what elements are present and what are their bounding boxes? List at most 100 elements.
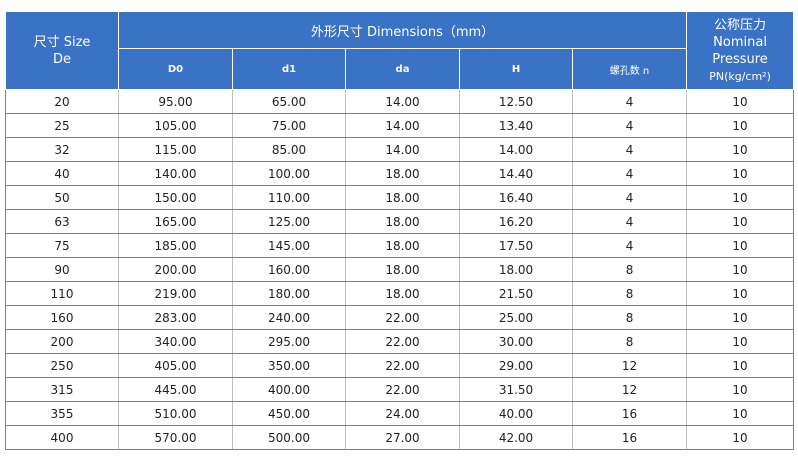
table-row: 110 219.00 180.00 18.00 21.50 8 10 [5,281,795,306]
dimensions-group-header: 外形尺寸 Dimensions（mm） [117,11,688,49]
d0-cell: 185.00 [118,233,233,258]
d1-cell: 85.00 [232,137,346,162]
size-cell: 355 [5,401,119,426]
d1-cell: 350.00 [232,353,346,378]
table-row: 63 165.00 125.00 18.00 16.20 4 10 [5,209,795,234]
table-row: 90 200.00 160.00 18.00 18.00 8 10 [5,257,795,282]
h-cell: 12.50 [459,89,573,114]
size-cell: 110 [5,281,119,306]
size-cell: 63 [5,209,119,234]
d0-cell: 115.00 [118,137,233,162]
d0-cell: 340.00 [118,329,233,354]
d0-cell: 165.00 [118,209,233,234]
da-cell: 22.00 [345,305,460,330]
d1-cell: 125.00 [232,209,346,234]
h-cell: 17.50 [459,233,573,258]
pressure-header-line-1: 公称压力 [714,17,767,33]
d1-cell: 400.00 [232,377,346,402]
size-cell: 90 [5,257,119,282]
d0-cell: 105.00 [118,113,233,138]
d1-cell: 180.00 [232,281,346,306]
size-cell: 40 [5,161,119,186]
pressure-cell: 10 [686,89,795,114]
size-column-header: 尺寸 Size De [5,11,119,90]
pressure-cell: 10 [686,257,795,282]
bolt-holes-cell: 4 [571,161,687,186]
d0-cell: 150.00 [118,185,233,210]
d0-cell: 95.00 [118,89,233,114]
pressure-cell: 10 [686,209,795,234]
da-cell: 22.00 [345,353,460,378]
d1-cell: 295.00 [232,329,346,354]
d0-cell: 219.00 [118,281,233,306]
da-cell: 18.00 [345,161,460,186]
da-cell: 14.00 [345,89,460,114]
table-row: 25 105.00 75.00 14.00 13.40 4 10 [5,113,795,138]
d0-cell: 200.00 [118,257,233,282]
h-cell: 16.20 [459,209,573,234]
bolt-holes-cell: 12 [571,353,687,378]
table-row: 200 340.00 295.00 22.00 30.00 8 10 [5,329,795,354]
pressure-cell: 10 [686,281,795,306]
d0-cell: 445.00 [118,377,233,402]
spec-table-container: 尺寸 Size De 外形尺寸 Dimensions（mm） 公称压力 Nomi… [5,11,795,450]
bolt-holes-cell: 4 [571,233,687,258]
table-row: 315 445.00 400.00 22.00 31.50 12 10 [5,377,795,402]
pressure-header-line-3: Pressure [712,51,768,67]
h-cell: 21.50 [459,281,573,306]
col-header-da: da [345,48,460,90]
d1-cell: 160.00 [232,257,346,282]
pressure-header-line-2: Nominal [713,34,767,50]
pressure-cell: 10 [686,329,795,354]
table-row: 250 405.00 350.00 22.00 29.00 12 10 [5,353,795,378]
da-cell: 24.00 [345,401,460,426]
bolt-holes-cell: 4 [571,209,687,234]
size-header-line-1: 尺寸 Size [33,34,91,50]
da-cell: 22.00 [345,377,460,402]
col-header-d0: D0 [118,48,233,90]
col-header-bolt-holes: 螺孔数 n [571,48,688,90]
da-cell: 18.00 [345,209,460,234]
da-cell: 27.00 [345,425,460,450]
da-cell: 18.00 [345,281,460,306]
d1-cell: 100.00 [232,161,346,186]
size-cell: 250 [5,353,119,378]
col-header-h: H [459,48,573,90]
h-cell: 14.40 [459,161,573,186]
table-body: 20 95.00 65.00 14.00 12.50 4 10 25 105.00 75.00 14… [5,89,795,450]
h-cell: 40.00 [459,401,573,426]
pressure-cell: 10 [686,305,795,330]
h-cell: 42.00 [459,425,573,450]
bolt-holes-cell: 12 [571,377,687,402]
d1-cell: 240.00 [232,305,346,330]
table-row: 160 283.00 240.00 22.00 25.00 8 10 [5,305,795,330]
pressure-cell: 10 [686,113,795,138]
bolt-holes-cell: 8 [571,257,687,282]
size-cell: 315 [5,377,119,402]
bolt-holes-cell: 8 [571,305,687,330]
size-cell: 32 [5,137,119,162]
col-header-d1: d1 [232,48,346,90]
d1-cell: 500.00 [232,425,346,450]
pressure-cell: 10 [686,401,795,426]
h-cell: 29.00 [459,353,573,378]
table-header: 尺寸 Size De 外形尺寸 Dimensions（mm） 公称压力 Nomi… [5,11,795,90]
h-cell: 25.00 [459,305,573,330]
h-cell: 13.40 [459,113,573,138]
d1-cell: 110.00 [232,185,346,210]
bolt-holes-cell: 4 [571,137,687,162]
da-cell: 18.00 [345,257,460,282]
pressure-cell: 10 [686,233,795,258]
da-cell: 18.00 [345,233,460,258]
pressure-header-line-4: PN(kg/cm²) [709,69,771,83]
da-cell: 14.00 [345,137,460,162]
pressure-cell: 10 [686,137,795,162]
d0-cell: 570.00 [118,425,233,450]
d0-cell: 283.00 [118,305,233,330]
bolt-holes-cell: 16 [571,425,687,450]
pressure-cell: 10 [686,377,795,402]
pressure-cell: 10 [686,353,795,378]
da-cell: 18.00 [345,185,460,210]
d1-cell: 450.00 [232,401,346,426]
table-row: 75 185.00 145.00 18.00 17.50 4 10 [5,233,795,258]
